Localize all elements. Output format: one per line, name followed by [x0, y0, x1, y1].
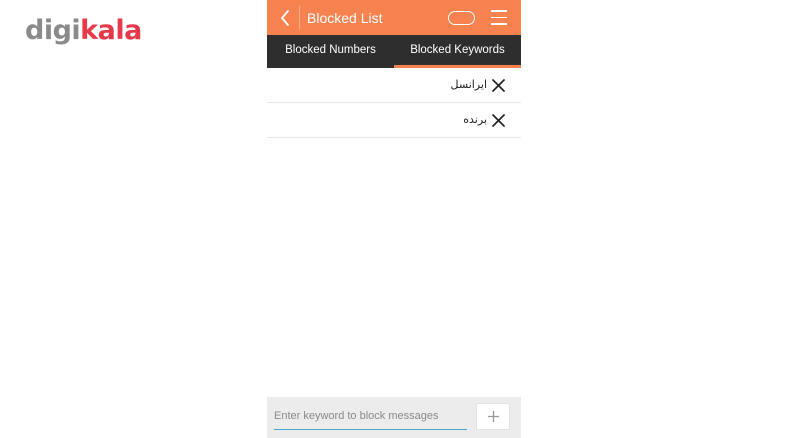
keyword-input-bar: [267, 397, 521, 438]
digikala-logo: digikala: [25, 14, 142, 48]
page-title: Blocked List: [307, 10, 383, 26]
pill-toggle-icon[interactable]: [448, 11, 475, 25]
phone-screen: Blocked List Blocked Numbers Blocked Key…: [267, 0, 521, 438]
close-icon[interactable]: [492, 114, 505, 127]
plus-icon: [487, 411, 499, 422]
back-button[interactable]: [275, 7, 295, 29]
add-keyword-button[interactable]: [476, 403, 510, 430]
tab-blocked-numbers[interactable]: Blocked Numbers: [267, 35, 394, 68]
action-bar: Blocked List: [267, 0, 521, 35]
action-bar-divider: [299, 6, 300, 30]
list-item: برنده: [267, 103, 521, 138]
keyword-text: ایرانسل: [450, 79, 487, 91]
keyword-text: برنده: [463, 114, 487, 126]
chevron-left-icon: [281, 10, 289, 26]
list-item: ایرانسل: [267, 68, 521, 103]
keyword-input[interactable]: [274, 402, 467, 430]
tab-bar: Blocked Numbers Blocked Keywords: [267, 35, 521, 68]
blocked-keywords-list: ایرانسل برنده: [267, 68, 521, 138]
logo-text-kala: kala: [80, 15, 142, 46]
hamburger-menu-icon[interactable]: [491, 9, 507, 26]
tab-blocked-keywords[interactable]: Blocked Keywords: [394, 35, 521, 68]
logo-text-digi: digi: [25, 15, 81, 46]
close-icon[interactable]: [492, 79, 505, 92]
